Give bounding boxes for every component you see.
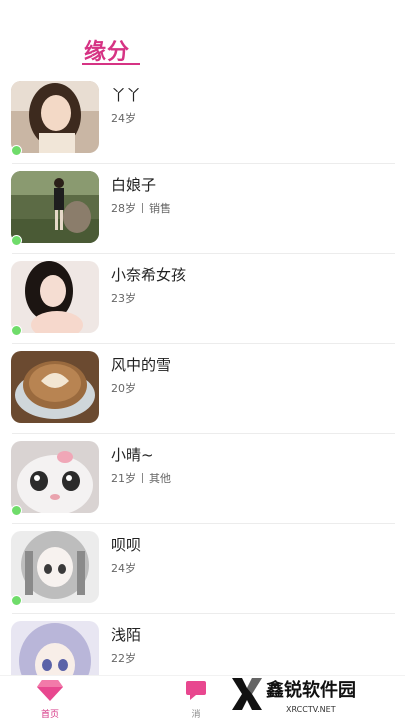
avatar[interactable] <box>11 351 99 423</box>
online-indicator <box>11 235 22 246</box>
user-meta: 22岁 <box>111 650 136 666</box>
user-age: 21岁 <box>111 472 136 485</box>
diamond-icon <box>37 680 63 701</box>
user-name: 风中的雪 <box>111 356 172 374</box>
online-indicator <box>11 595 22 606</box>
watermark-logo-icon <box>232 678 262 710</box>
tab-home[interactable]: 首页 <box>20 678 80 720</box>
user-list: 丫丫 24岁 白娘子 28岁 销售 小奈希女孩 23岁 风中的雪 20岁 小晴~… <box>0 74 405 704</box>
avatar-photo <box>11 441 99 513</box>
user-card[interactable]: 小奈希女孩 23岁 <box>0 254 405 344</box>
meta-separator <box>142 473 143 483</box>
user-name: 白娘子 <box>111 176 157 194</box>
user-card[interactable]: 小晴~ 21岁 其他 <box>0 434 405 524</box>
header: 缘分 <box>0 0 405 78</box>
title-underline <box>82 63 140 65</box>
avatar[interactable] <box>11 261 99 333</box>
online-indicator <box>11 325 22 336</box>
user-card[interactable]: 呗呗 24岁 <box>0 524 405 614</box>
meta-separator <box>142 203 143 213</box>
user-name: 丫丫 <box>111 86 142 104</box>
avatar[interactable] <box>11 531 99 603</box>
user-card[interactable]: 丫丫 24岁 <box>0 74 405 164</box>
user-age: 28岁 <box>111 202 136 215</box>
watermark-subtext: XRCCTV.NET <box>286 705 336 714</box>
user-age: 23岁 <box>111 292 136 305</box>
chat-bubble-icon <box>186 681 206 700</box>
online-indicator <box>11 505 22 516</box>
avatar-photo <box>11 261 99 333</box>
user-age: 24岁 <box>111 112 136 125</box>
user-age: 22岁 <box>111 652 136 665</box>
avatar-photo <box>11 81 99 153</box>
tab-home-label: 首页 <box>40 710 59 720</box>
user-meta: 28岁 销售 <box>111 200 171 216</box>
user-meta: 21岁 其他 <box>111 470 171 486</box>
tab-messages[interactable]: 消 <box>166 678 226 720</box>
user-age: 20岁 <box>111 382 136 395</box>
user-card[interactable]: 风中的雪 20岁 <box>0 344 405 434</box>
watermark: 鑫锐软件园 XRCCTV.NET <box>226 672 405 720</box>
watermark-text: 鑫锐软件园 <box>266 680 356 701</box>
user-job: 其他 <box>149 472 171 485</box>
user-meta: 20岁 <box>111 380 136 396</box>
tab-messages-label: 消 <box>191 710 201 720</box>
avatar-photo <box>11 171 99 243</box>
avatar-photo <box>11 351 99 423</box>
page-title: 缘分 <box>84 40 131 65</box>
user-name: 呗呗 <box>111 536 142 554</box>
user-age: 24岁 <box>111 562 136 575</box>
user-name: 浅陌 <box>111 626 142 644</box>
user-job: 销售 <box>149 202 171 215</box>
user-card[interactable]: 白娘子 28岁 销售 <box>0 164 405 254</box>
avatar[interactable] <box>11 171 99 243</box>
user-name: 小晴~ <box>111 446 154 464</box>
user-meta: 23岁 <box>111 290 136 306</box>
user-meta: 24岁 <box>111 110 136 126</box>
user-meta: 24岁 <box>111 560 136 576</box>
avatar-photo <box>11 531 99 603</box>
avatar[interactable] <box>11 81 99 153</box>
avatar[interactable] <box>11 441 99 513</box>
user-name: 小奈希女孩 <box>111 266 187 284</box>
online-indicator <box>11 145 22 156</box>
